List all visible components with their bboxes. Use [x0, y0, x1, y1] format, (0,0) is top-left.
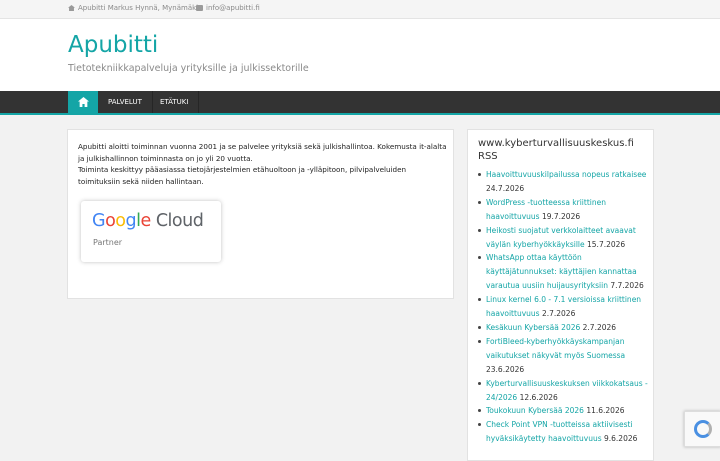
rss-title[interactable]: www.kyberturvallisuuskeskus.fi RSS	[478, 138, 643, 163]
rss-item-link[interactable]: Haavoittuvuuskilpailussa nopeus ratkaise…	[486, 170, 646, 179]
main-content: Apubitti aloitti toiminnan vuonna 2001 j…	[67, 129, 454, 299]
nav-item-etatuki[interactable]: ETÄTUKI	[150, 91, 200, 113]
rss-item: WhatsApp ottaa käyttöön käyttäjätunnukse…	[478, 251, 648, 293]
rss-item-date: 23.6.2026	[486, 364, 525, 374]
rss-item-date: 19.7.2026	[541, 211, 581, 221]
rss-item: Kyberturvallisuuskeskuksen viikkokatsaus…	[478, 377, 648, 405]
site-title[interactable]: Apubitti	[68, 32, 158, 58]
mail-icon	[196, 5, 203, 11]
email-link[interactable]: info@apubitti.fi	[206, 4, 260, 12]
intro-paragraph: Toiminta keskittyy pääasiassa tietojärje…	[78, 165, 407, 187]
rss-item-link[interactable]: Kesäkuun Kybersää 2026	[486, 323, 580, 332]
rss-item: Haavoittuvuuskilpailussa nopeus ratkaise…	[478, 168, 648, 196]
rss-item: Check Point VPN -tuotteissa aktiivisesti…	[478, 418, 648, 446]
rss-item-date: 9.6.2026	[604, 434, 638, 444]
rss-item: FortiBleed-kyberhyökkäyskampanjan vaikut…	[478, 335, 648, 377]
email-info[interactable]: info@apubitti.fi	[196, 4, 260, 12]
rss-item-date: 12.6.2026	[519, 392, 558, 402]
rss-sidebar: www.kyberturvallisuuskeskus.fi RSS Haavo…	[467, 129, 654, 461]
rss-item: Toukokuun Kybersää 2026 11.6.2026	[478, 404, 648, 418]
rss-item-date: 11.6.2026	[586, 406, 625, 416]
rss-list: Haavoittuvuuskilpailussa nopeus ratkaise…	[478, 168, 648, 446]
nav-home-button[interactable]	[68, 91, 98, 113]
address-info: Apubitti Markus Hynnä, Mynämäki	[68, 4, 198, 12]
recaptcha-badge[interactable]	[684, 411, 720, 447]
rss-item-link[interactable]: FortiBleed-kyberhyökkäyskampanjan vaikut…	[486, 337, 625, 360]
rss-item-date: 15.7.2026	[587, 239, 626, 249]
recaptcha-icon	[694, 420, 712, 438]
partner-label: Partner	[93, 238, 123, 247]
intro-paragraph: Apubitti aloitti toiminnan vuonna 2001 j…	[78, 142, 447, 163]
address-text: Apubitti Markus Hynnä, Mynämäki	[78, 4, 199, 12]
rss-item: Heikosti suojatut verkkolaitteet avaavat…	[478, 224, 648, 252]
main-navigation: PALVELUT ETÄTUKI	[0, 91, 720, 115]
rss-item-date: 2.7.2026	[582, 322, 617, 332]
top-info-bar: Apubitti Markus Hynnä, Mynämäki info@apu…	[0, 0, 720, 19]
home-icon	[78, 97, 89, 107]
rss-item-link[interactable]: Kyberturvallisuuskeskuksen viikkokatsaus…	[486, 379, 648, 402]
rss-item: Linux kernel 6.0 - 7.1 versioissa kriitt…	[478, 293, 648, 321]
rss-item: WordPress -tuotteessa kriittinen haavoit…	[478, 196, 648, 224]
site-description: Tietotekniikkapalveluja yrityksille ja j…	[68, 63, 309, 74]
nav-item-palvelut[interactable]: PALVELUT	[98, 91, 153, 113]
rss-item-link[interactable]: Toukokuun Kybersää 2026	[486, 406, 584, 415]
rss-item-date: 7.7.2026	[610, 281, 644, 291]
google-cloud-logo: Google Cloud	[92, 211, 204, 231]
rss-item-date: 24.7.2026	[486, 183, 525, 193]
home-icon	[68, 5, 75, 11]
rss-item: Kesäkuun Kybersää 2026 2.7.2026	[478, 321, 648, 335]
rss-item-date: 2.7.2026	[541, 309, 576, 319]
google-cloud-partner-badge: Google Cloud Partner	[81, 201, 221, 262]
intro-text: Apubitti aloitti toiminnan vuonna 2001 j…	[78, 141, 448, 188]
